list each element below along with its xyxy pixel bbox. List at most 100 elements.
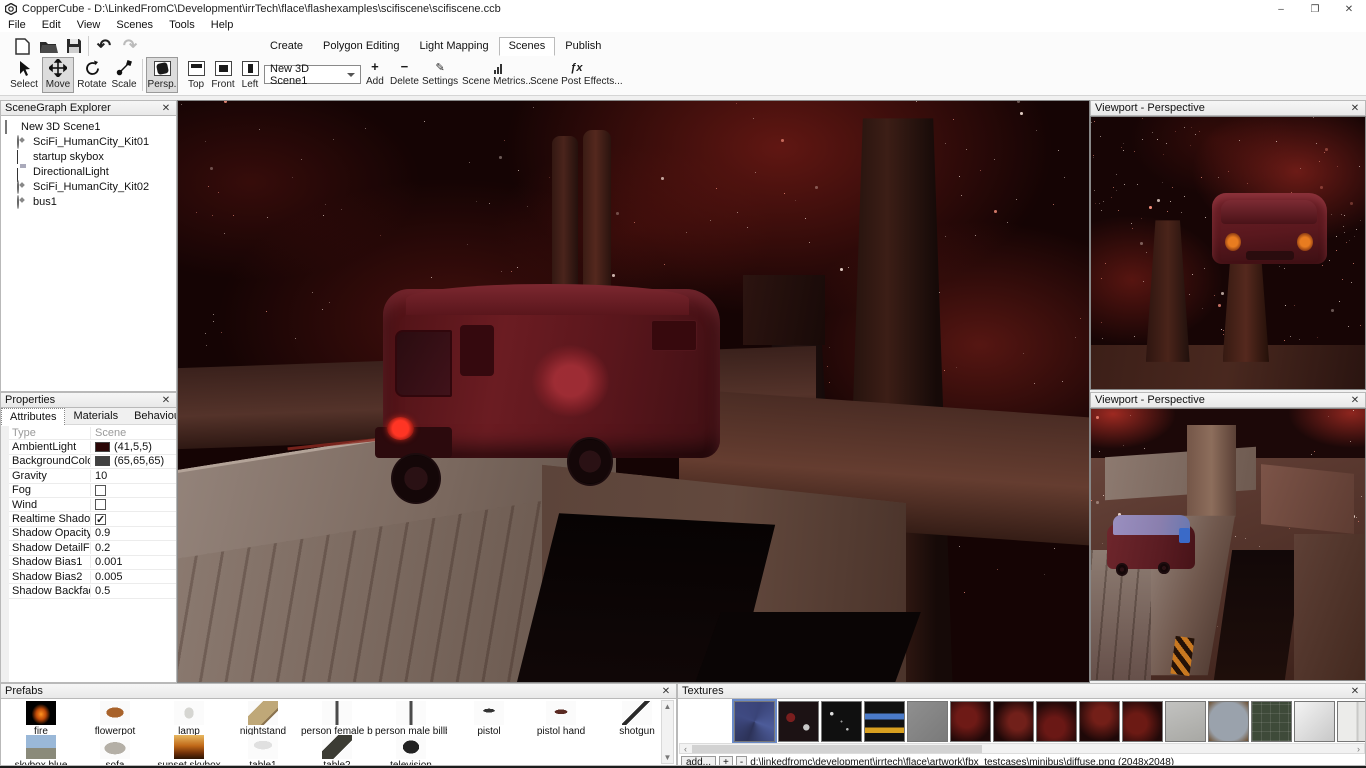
textures-hscrollbar[interactable]: ‹ › [679,743,1365,754]
property-row-shadow-detailfactor[interactable]: Shadow DetailFacto 0.2 [9,541,176,555]
menu-edit[interactable]: Edit [34,18,69,32]
menu-view[interactable]: View [69,18,109,32]
property-row-wind[interactable]: Wind [9,498,176,512]
tab-behaviour[interactable]: Behaviour [126,408,177,425]
texture-thumb[interactable] [1294,701,1335,742]
redo-button[interactable]: ↷ [120,36,140,56]
prefab-sofa[interactable]: sofa [79,735,151,766]
add-scene-button[interactable]: + Add [366,59,384,91]
close-button[interactable]: ✕ [1332,0,1366,18]
menu-scenes[interactable]: Scenes [108,18,161,32]
tree-item-scene-root[interactable]: New 3D Scene1 [5,120,176,133]
tree-item-scifi-kit01[interactable]: SciFi_HumanCity_Kit01 [17,135,176,148]
property-row-fog[interactable]: Fog [9,484,176,498]
texture-thumb[interactable] [907,701,948,742]
texture-thumb[interactable] [1122,701,1163,742]
tab-light-mapping[interactable]: Light Mapping [409,37,498,56]
prefab-lamp[interactable]: lamp [153,701,225,737]
close-icon[interactable]: ✕ [1349,103,1361,114]
texture-thumb[interactable] [778,701,819,742]
restore-button[interactable]: ❐ [1298,0,1332,18]
texture-thumb[interactable] [1165,701,1206,742]
main-viewport-canvas[interactable] [177,100,1090,683]
prefabs-scrollbar[interactable]: ▲ ▼ [661,700,674,764]
viewport-bottom-canvas[interactable] [1090,408,1366,681]
texture-thumb[interactable] [1251,701,1292,742]
tab-polygon-editing[interactable]: Polygon Editing [313,37,409,56]
scene-post-effects-button[interactable]: ƒx Scene Post Effects... [530,59,623,91]
prefab-person-male-billboard[interactable]: person male billboard [375,701,447,737]
scene-metrics-button[interactable]: Scene Metrics... [462,59,534,91]
select-tool-button[interactable]: Select [8,57,40,93]
prefab-pistol-hand[interactable]: pistol hand [525,701,597,737]
scroll-up-icon[interactable]: ▲ [662,701,673,712]
prefab-nightstand[interactable]: nightstand [227,701,299,737]
viewport-top-canvas[interactable] [1090,116,1366,390]
save-button[interactable] [64,36,84,56]
prefab-television[interactable]: television [375,735,447,766]
fog-checkbox[interactable] [95,485,106,496]
rotate-tool-button[interactable]: Rotate [76,57,108,93]
prefab-sunset-skybox[interactable]: sunset skybox [153,735,225,766]
scene-select-dropdown[interactable]: New 3D Scene1 [264,65,361,84]
property-row-realtime-shadows[interactable]: Realtime Shadows [9,512,176,526]
tab-scenes[interactable]: Scenes [499,37,556,56]
tree-item-bus1[interactable]: bus1 [17,195,176,208]
van-mesh[interactable] [360,264,743,520]
realtime-shadows-checkbox[interactable] [95,514,106,525]
flying-bus-mesh[interactable] [1212,193,1327,264]
texture-add-button[interactable]: add... [681,756,716,766]
prefab-table2[interactable]: table2 [301,735,373,766]
tab-create[interactable]: Create [260,37,313,56]
menu-help[interactable]: Help [203,18,242,32]
tab-attributes[interactable]: Attributes [1,408,65,425]
new-file-button[interactable] [12,36,32,56]
scenegraph-tree[interactable]: New 3D Scene1 SciFi_HumanCity_Kit01 star… [0,116,177,392]
persp-view-button[interactable]: Persp. [146,57,178,93]
tab-materials[interactable]: Materials [65,408,126,425]
color-swatch[interactable] [95,456,110,466]
close-icon[interactable]: ✕ [160,103,172,114]
texture-thumb[interactable] [864,701,905,742]
property-row-backgroundcolor[interactable]: BackgroundColor (65,65,65) [9,455,176,469]
prefab-person-female-billboard[interactable]: person female billbo [301,701,373,737]
tree-item-directionallight[interactable]: DirectionalLight [17,165,176,178]
left-view-button[interactable]: Left [234,57,266,93]
prefab-skybox-blue[interactable]: skybox blue [5,735,77,766]
scene-settings-button[interactable]: ✎ Settings [422,59,458,91]
scroll-down-icon[interactable]: ▼ [662,752,673,763]
texture-plus-button[interactable]: + [719,756,733,766]
property-row-shadow-bias2[interactable]: Shadow Bias2 0.005 [9,570,176,584]
property-row-shadow-bias1[interactable]: Shadow Bias1 0.001 [9,556,176,570]
open-file-button[interactable] [38,36,58,56]
property-row-gravity[interactable]: Gravity 10 [9,469,176,483]
texture-thumb-minibus-diffuse[interactable] [734,701,775,742]
property-row-shadow-opacity[interactable]: Shadow Opacity 0.9 [9,527,176,541]
scrollbar-thumb[interactable] [692,745,982,753]
minimize-button[interactable]: – [1264,0,1298,18]
tab-publish[interactable]: Publish [555,37,611,56]
close-icon[interactable]: ✕ [660,686,672,697]
close-icon[interactable]: ✕ [1349,686,1361,697]
close-icon[interactable]: ✕ [160,395,172,406]
menu-file[interactable]: File [0,18,34,32]
texture-thumb[interactable] [1079,701,1120,742]
move-tool-button[interactable]: Move [42,57,74,93]
property-row-ambientlight[interactable]: AmbientLight (41,5,5) [9,440,176,454]
property-row-shadow-backfacebias[interactable]: Shadow BackfaceB 0.5 [9,584,176,598]
close-icon[interactable]: ✕ [1349,395,1361,406]
texture-thumb[interactable] [993,701,1034,742]
prefab-pistol[interactable]: pistol [453,701,525,737]
scroll-right-icon[interactable]: › [1353,744,1364,754]
tree-item-scifi-kit02[interactable]: SciFi_HumanCity_Kit02 [17,180,176,193]
tree-item-startup-skybox[interactable]: startup skybox [17,150,176,163]
texture-thumb[interactable] [1036,701,1077,742]
texture-thumb[interactable] [1337,701,1366,742]
menu-tools[interactable]: Tools [161,18,203,32]
scale-tool-button[interactable]: Scale [108,57,140,93]
van-mesh-small[interactable] [1107,509,1195,577]
delete-scene-button[interactable]: − Delete [390,59,419,91]
texture-thumb[interactable] [821,701,862,742]
texture-thumb[interactable] [950,701,991,742]
prefab-fire[interactable]: fire [5,701,77,737]
